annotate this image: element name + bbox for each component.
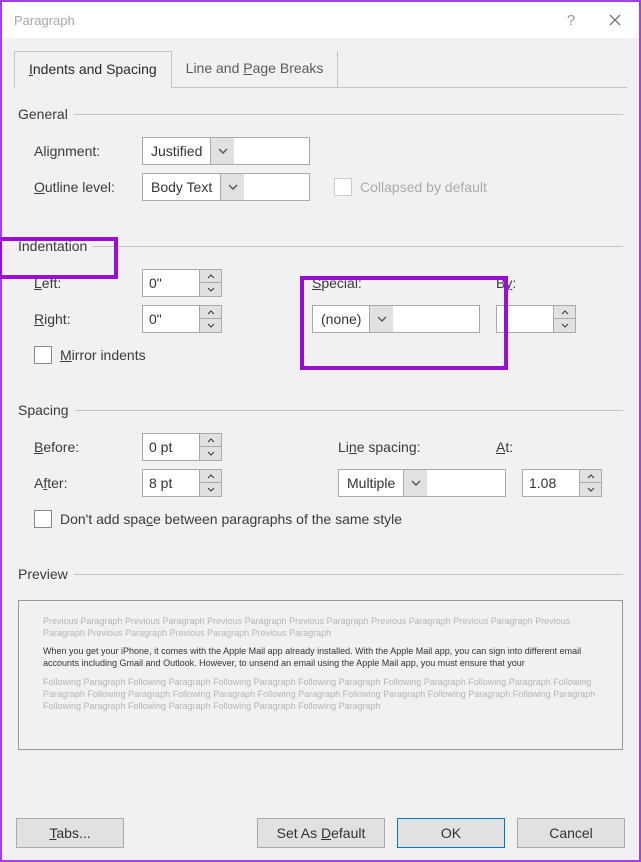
indent-right-value: 0" (143, 311, 199, 327)
before-label: Before: (34, 439, 142, 455)
chevron-down-icon (220, 174, 244, 200)
outline-level-label: Outline level: (34, 179, 142, 195)
window-title: Paragraph (14, 13, 549, 28)
before-spinner[interactable]: 0 pt (142, 433, 222, 461)
collapsed-label: Collapsed by default (360, 179, 487, 195)
chevron-down-icon (210, 138, 234, 164)
linespacing-value: Multiple (339, 475, 403, 491)
group-preview: Preview (18, 566, 623, 590)
tab-line-page-breaks[interactable]: Line and Page Breaks (172, 51, 339, 88)
cancel-button[interactable]: Cancel (517, 818, 625, 848)
by-spinner[interactable] (496, 305, 576, 333)
indent-left-spinner[interactable]: 0" (142, 269, 222, 297)
after-label: After: (34, 475, 142, 491)
chevron-down-icon (369, 306, 393, 332)
close-button[interactable] (593, 2, 637, 38)
titlebar: Paragraph ? (2, 2, 639, 38)
spinner-up-icon[interactable] (580, 470, 601, 483)
paragraph-dialog: Paragraph ? Indents and Spacing Line and… (0, 0, 641, 862)
group-spacing: Spacing Before: 0 pt Line spacing: At: A… (18, 402, 623, 540)
group-indentation: Indentation Left: 0" Special: By: Right:… (18, 238, 623, 376)
spinner-down-icon[interactable] (580, 483, 601, 496)
checkbox-box (334, 178, 352, 196)
spinner-up-icon[interactable] (200, 434, 221, 447)
outline-level-value: Body Text (143, 179, 220, 195)
dont-add-label: Don't add space between paragraphs of th… (60, 511, 402, 527)
spinner-down-icon[interactable] (200, 447, 221, 460)
spinner-up-icon[interactable] (200, 470, 221, 483)
dont-add-space-checkbox[interactable]: Don't add space between paragraphs of th… (34, 510, 402, 528)
indent-left-label: Left: (34, 275, 142, 291)
spinner-up-icon[interactable] (200, 306, 221, 319)
at-label: At: (496, 439, 513, 455)
preview-body-text: When you get your iPhone, it comes with … (43, 645, 598, 669)
mirror-indents-checkbox[interactable]: Mirror indents (34, 346, 146, 364)
checkbox-box (34, 346, 52, 364)
by-label: By: (496, 275, 516, 291)
before-value: 0 pt (143, 439, 199, 455)
tab-bar: Indents and Spacing Line and Page Breaks (14, 50, 627, 88)
spinner-up-icon[interactable] (554, 306, 575, 319)
set-default-button[interactable]: Set As Default (257, 818, 385, 848)
spinner-up-icon[interactable] (200, 270, 221, 283)
legend-indentation: Indentation (18, 238, 93, 254)
legend-spacing: Spacing (18, 402, 75, 418)
at-spinner[interactable]: 1.08 (522, 469, 602, 497)
outline-level-select[interactable]: Body Text (142, 173, 310, 201)
tab-label: Indents and Spacing (29, 61, 157, 77)
mirror-label: Mirror indents (60, 347, 146, 363)
tabs-button[interactable]: Tabs... (16, 818, 124, 848)
linespacing-label: Line spacing: (338, 439, 496, 455)
indent-right-spinner[interactable]: 0" (142, 305, 222, 333)
spinner-down-icon[interactable] (200, 283, 221, 296)
group-general: General Alignment: Justified Outline lev… (18, 106, 623, 208)
spinner-down-icon[interactable] (200, 319, 221, 332)
chevron-down-icon (403, 470, 427, 496)
special-value: (none) (313, 311, 369, 327)
checkbox-box (34, 510, 52, 528)
button-bar: Tabs... Set As Default OK Cancel (16, 818, 625, 848)
spinner-down-icon[interactable] (200, 483, 221, 496)
at-value: 1.08 (523, 475, 579, 491)
alignment-select[interactable]: Justified (142, 137, 310, 165)
spinner-down-icon[interactable] (554, 319, 575, 332)
preview-prev-para: Previous Paragraph Previous Paragraph Pr… (43, 615, 598, 639)
special-select[interactable]: (none) (312, 305, 480, 333)
indent-left-value: 0" (143, 275, 199, 291)
after-spinner[interactable]: 8 pt (142, 469, 222, 497)
after-value: 8 pt (143, 475, 199, 491)
preview-box: Previous Paragraph Previous Paragraph Pr… (18, 600, 623, 750)
legend-preview: Preview (18, 566, 74, 582)
preview-following-para: Following Paragraph Following Paragraph … (43, 676, 598, 712)
legend-general: General (18, 106, 74, 122)
alignment-value: Justified (143, 143, 210, 159)
ok-button[interactable]: OK (397, 818, 505, 848)
linespacing-select[interactable]: Multiple (338, 469, 506, 497)
tab-label: Line and Page Breaks (186, 60, 324, 76)
help-button[interactable]: ? (549, 2, 593, 38)
tab-indents-spacing[interactable]: Indents and Spacing (14, 51, 172, 88)
collapsed-checkbox: Collapsed by default (334, 178, 487, 196)
indent-right-label: Right: (34, 311, 142, 327)
alignment-label: Alignment: (34, 143, 142, 159)
special-label: Special: (312, 275, 496, 291)
